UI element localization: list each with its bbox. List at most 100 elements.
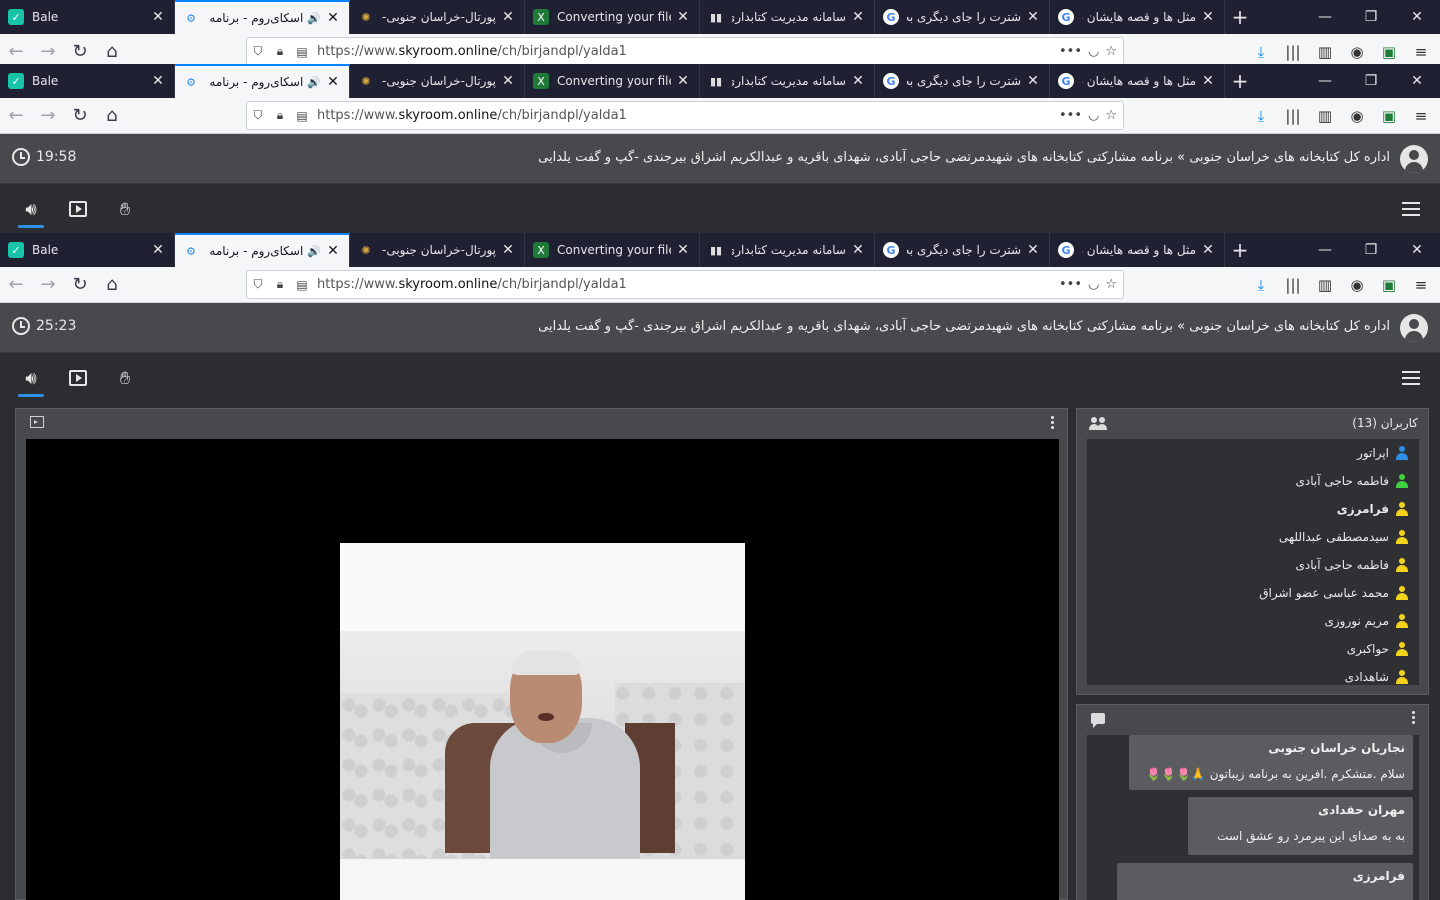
close-icon[interactable]: ✕ (500, 73, 516, 89)
new-tab-button[interactable]: + (1225, 0, 1255, 34)
picture-in-picture-icon[interactable] (30, 416, 44, 428)
forward-icon[interactable]: → (32, 100, 64, 132)
menu-icon[interactable]: ≡ (1408, 269, 1434, 301)
back-icon[interactable]: ← (0, 36, 32, 68)
user-list-item[interactable]: فرامرزی (1087, 495, 1419, 523)
user-list-item[interactable]: محمد عباسی عضو اشراق (1087, 579, 1419, 607)
speaker-icon[interactable]: 🔊 (307, 245, 321, 258)
close-icon[interactable]: ✕ (325, 243, 341, 259)
library-icon[interactable]: ||| (1280, 269, 1306, 301)
library-icon[interactable]: ||| (1280, 100, 1306, 132)
close-icon[interactable]: ✕ (850, 9, 866, 25)
speaker-icon[interactable]: 🔊 (307, 76, 321, 89)
speaker-icon[interactable]: 🔊 (307, 12, 321, 25)
more-icon[interactable]: ••• (1059, 277, 1082, 292)
close-icon[interactable]: ✕ (1200, 9, 1216, 25)
tab-google-2[interactable]: G مثل ها و قصه هایشان د ✕ (1050, 64, 1225, 98)
user-list-item[interactable]: فاطمه حاجی آبادی (1087, 467, 1419, 495)
star-icon[interactable]: ☆ (1105, 277, 1117, 292)
close-window-icon[interactable]: ✕ (1394, 233, 1440, 267)
media-player-icon[interactable] (65, 365, 91, 391)
restore-icon[interactable]: ❐ (1348, 233, 1394, 267)
user-avatar-icon[interactable] (1400, 145, 1428, 173)
reload-icon[interactable]: ↻ (64, 100, 96, 132)
raise-hand-icon[interactable]: ✋︎ (112, 365, 138, 391)
more-vertical-icon[interactable] (1412, 711, 1416, 726)
more-icon[interactable]: ••• (1059, 44, 1082, 59)
menu-icon[interactable] (1402, 371, 1420, 385)
video-stream[interactable] (26, 439, 1059, 900)
tab-bale[interactable]: ✓ Bale ✕ (0, 64, 175, 98)
url-text[interactable]: https://www.skyroom.online/ch/birjandpl/… (317, 108, 1059, 123)
minimize-icon[interactable]: — (1302, 64, 1348, 98)
shield-icon[interactable]: ⛉ (247, 277, 269, 292)
url-bar[interactable]: ⛉ 🔒︎ ▤ https://www.skyroom.online/ch/bir… (246, 270, 1124, 299)
minimize-icon[interactable]: — (1302, 233, 1348, 267)
sidebar-icon[interactable]: ▥ (1312, 269, 1338, 301)
close-icon[interactable]: ✕ (325, 10, 341, 26)
speaker-icon[interactable]: 🔊︎ (18, 365, 44, 397)
close-icon[interactable]: ✕ (675, 73, 691, 89)
tab-converter[interactable]: X Converting your file ✕ (525, 64, 700, 98)
tab-library[interactable]: ▮▮ سامانه مدیریت کتابداری ✕ (700, 233, 875, 267)
reload-icon[interactable]: ↻ (64, 269, 96, 301)
star-icon[interactable]: ☆ (1105, 108, 1117, 123)
extension-icon[interactable]: ▣ (1376, 269, 1402, 301)
media-player-icon[interactable] (65, 196, 91, 222)
tab-google-2[interactable]: G مثل ها و قصه هایشان د ✕ (1050, 233, 1225, 267)
tab-bale[interactable]: ✓ Bale ✕ (0, 233, 175, 267)
tab-converter[interactable]: X Converting your file ✕ (525, 233, 700, 267)
user-avatar-icon[interactable] (1400, 314, 1428, 342)
close-icon[interactable]: ✕ (1025, 242, 1041, 258)
download-icon[interactable]: ⤓ (1248, 269, 1274, 301)
reload-icon[interactable]: ↻ (64, 36, 96, 68)
close-icon[interactable]: ✕ (850, 73, 866, 89)
restore-icon[interactable]: ❐ (1348, 0, 1394, 34)
close-icon[interactable]: ✕ (850, 242, 866, 258)
speaker-icon[interactable]: 🔊︎ (18, 196, 44, 228)
home-icon[interactable]: ⌂ (96, 269, 128, 301)
url-text[interactable]: https://www.skyroom.online/ch/birjandpl/… (317, 44, 1059, 59)
forward-icon[interactable]: → (32, 269, 64, 301)
tab-library[interactable]: ▮▮ سامانه مدیریت کتابداری ✕ (700, 64, 875, 98)
pocket-icon[interactable]: ◡ (1088, 108, 1099, 123)
home-icon[interactable]: ⌂ (96, 36, 128, 68)
shield-icon[interactable]: ⛉ (247, 108, 269, 123)
menu-icon[interactable] (1402, 202, 1420, 216)
close-icon[interactable]: ✕ (500, 9, 516, 25)
tab-google-2[interactable]: G مثل ها و قصه هایشان د ✕ (1050, 0, 1225, 34)
tab-google-1[interactable]: G شترت را جای دیگری بخو ✕ (875, 64, 1050, 98)
tab-library[interactable]: ▮▮ سامانه مدیریت کتابداری ✕ (700, 0, 875, 34)
url-text[interactable]: https://www.skyroom.online/ch/birjandpl/… (317, 277, 1059, 292)
reader-icon[interactable]: ▤ (291, 278, 313, 292)
new-tab-button[interactable]: + (1225, 64, 1255, 98)
forward-icon[interactable]: → (32, 36, 64, 68)
tab-portal[interactable]: ✺ پورتال-خراسان جنوبی-خ ✕ (350, 64, 525, 98)
close-window-icon[interactable]: ✕ (1394, 0, 1440, 34)
close-icon[interactable]: ✕ (1025, 73, 1041, 89)
tab-google-1[interactable]: G شترت را جای دیگری بخو ✕ (875, 233, 1050, 267)
close-icon[interactable]: ✕ (150, 73, 166, 89)
more-icon[interactable]: ••• (1059, 108, 1082, 123)
close-icon[interactable]: ✕ (150, 242, 166, 258)
user-list-item[interactable]: فاطمه حاجی آبادی (1087, 551, 1419, 579)
user-list-item[interactable]: سیدمصطفی عبداللهی (1087, 523, 1419, 551)
home-icon[interactable]: ⌂ (96, 100, 128, 132)
reader-icon[interactable]: ▤ (291, 109, 313, 123)
tab-skyroom[interactable]: ⚙ اسکای‌روم - برنامه ه 🔊 ✕ (175, 0, 350, 34)
shield-icon[interactable]: ⛉ (247, 44, 269, 59)
tab-skyroom[interactable]: ⚙ اسکای‌روم - برنامه ه 🔊 ✕ (175, 64, 350, 98)
tab-google-1[interactable]: G شترت را جای دیگری بخو ✕ (875, 0, 1050, 34)
download-icon[interactable]: ⤓ (1248, 100, 1274, 132)
url-bar[interactable]: ⛉ 🔒︎ ▤ https://www.skyroom.online/ch/bir… (246, 37, 1124, 66)
menu-icon[interactable]: ≡ (1408, 100, 1434, 132)
minimize-icon[interactable]: — (1302, 0, 1348, 34)
user-list-item[interactable]: مریم نوروزی (1087, 607, 1419, 635)
new-tab-button[interactable]: + (1225, 233, 1255, 267)
raise-hand-icon[interactable]: ✋︎ (112, 196, 138, 222)
user-list-item[interactable]: اپراتور (1087, 439, 1419, 467)
tab-portal[interactable]: ✺ پورتال-خراسان جنوبی-خ ✕ (350, 0, 525, 34)
reader-icon[interactable]: ▤ (291, 45, 313, 59)
close-icon[interactable]: ✕ (1200, 242, 1216, 258)
user-list-item[interactable]: حواکبری (1087, 635, 1419, 663)
